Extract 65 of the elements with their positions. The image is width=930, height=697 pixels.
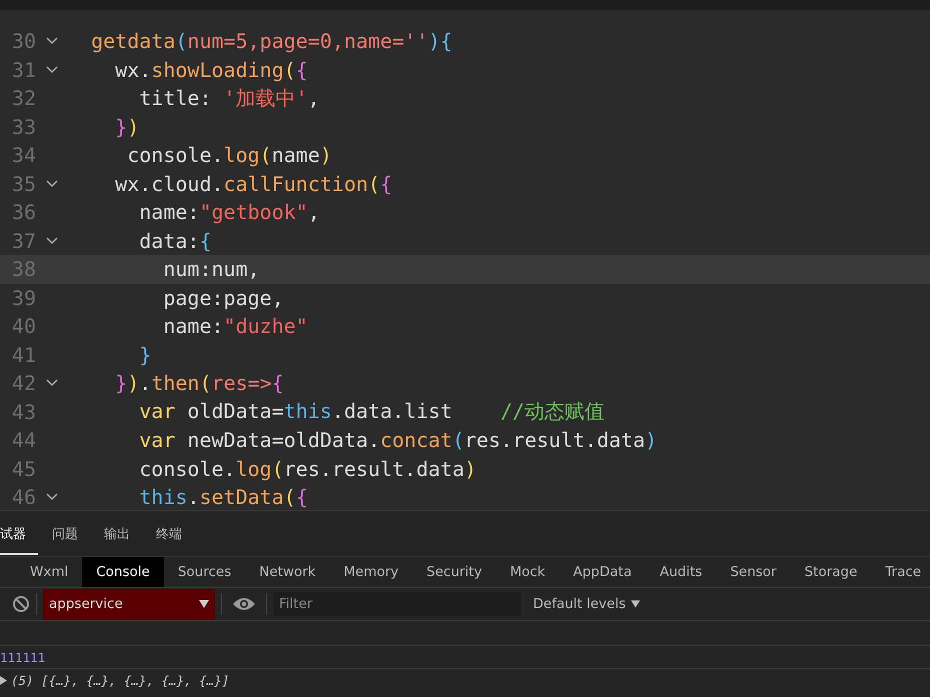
devtools-tab[interactable]: Wxml xyxy=(16,557,82,587)
line-number: 42 xyxy=(10,371,36,396)
line-number: 30 xyxy=(10,29,36,54)
code-line: } xyxy=(138,342,152,367)
line-number: 36 xyxy=(10,200,36,224)
console-message: 111111 xyxy=(0,650,46,664)
line-number: 31 xyxy=(10,58,36,82)
line-number: 45 xyxy=(10,456,36,481)
code-line: console.log(name) xyxy=(126,143,332,168)
devtools-tab[interactable]: Security xyxy=(412,557,496,587)
line-number: 44 xyxy=(10,428,36,452)
dropdown-caret-icon xyxy=(199,600,209,608)
code-line: wx.showLoading({ xyxy=(114,58,308,82)
code-line: console.log(res.result.data) xyxy=(138,456,476,481)
panel-tab[interactable]: 问题 xyxy=(40,512,90,554)
code-line: wx.cloud.callFunction({ xyxy=(114,172,392,196)
line-number: 32 xyxy=(10,86,36,110)
line-number: 37 xyxy=(10,228,36,253)
context-select[interactable]: appservice xyxy=(43,588,215,620)
fold-chevron-icon[interactable] xyxy=(46,66,58,74)
code-line: name:"getbook", xyxy=(138,200,320,224)
code-line: getdata(num=5,page=0,name=''){ xyxy=(90,29,452,54)
devtools-tab[interactable]: Network xyxy=(245,557,330,587)
fold-chevron-icon[interactable] xyxy=(46,37,58,46)
code-line: title: '加载中', xyxy=(138,84,320,112)
line-number: 40 xyxy=(10,314,36,338)
line-number: 39 xyxy=(10,286,36,310)
devtools-tab[interactable]: Sources xyxy=(164,557,246,587)
code-line: var oldData=this.data.list //动态赋值 xyxy=(138,398,605,426)
code-line: num:num, xyxy=(162,257,260,282)
line-number: 46 xyxy=(10,485,36,510)
line-number: 43 xyxy=(10,400,36,424)
line-number: 41 xyxy=(10,342,36,367)
devtools-tab[interactable]: AppData xyxy=(559,557,646,587)
fold-chevron-icon[interactable] xyxy=(46,236,58,245)
line-number: 34 xyxy=(10,143,36,168)
code-line: var newData=oldData.concat(res.result.data) xyxy=(138,428,658,452)
code-line: }) xyxy=(114,114,140,139)
code-line: }).then(res=>{ xyxy=(114,371,284,396)
fold-chevron-icon[interactable] xyxy=(46,493,58,502)
devtools-tab[interactable]: Sensor xyxy=(716,557,790,587)
expand-triangle-icon[interactable] xyxy=(0,676,7,684)
panel-tab[interactable]: 输出 xyxy=(92,512,142,554)
panel-tab[interactable]: 试器 xyxy=(0,512,38,554)
devtools-tab[interactable]: Memory xyxy=(330,557,413,587)
devtools-tab[interactable]: Trace xyxy=(871,557,930,587)
line-number: 35 xyxy=(10,172,36,196)
line-number: 33 xyxy=(10,114,36,139)
filter-field[interactable]: Filter xyxy=(273,592,521,616)
console-message: (5) [{…}, {…}, {…}, {…}, {…}] xyxy=(11,672,230,688)
code-line: this.setData({ xyxy=(138,485,308,510)
devtools-tab[interactable]: Storage xyxy=(790,557,872,587)
levels-dropdown[interactable]: Default levels xyxy=(533,596,640,612)
eye-icon[interactable] xyxy=(232,596,256,612)
devtools-tab[interactable]: Console xyxy=(82,557,164,587)
code-line: page:page, xyxy=(162,286,284,310)
devtools-tab[interactable]: Audits xyxy=(646,557,716,587)
code-line: data:{ xyxy=(138,228,212,253)
fold-chevron-icon[interactable] xyxy=(46,379,58,388)
fold-chevron-icon[interactable] xyxy=(46,180,58,188)
code-line: name:"duzhe" xyxy=(162,314,308,338)
panel-tab[interactable]: 终端 xyxy=(144,512,194,554)
dropdown-caret-icon xyxy=(630,600,640,608)
clear-console-icon[interactable] xyxy=(12,595,30,613)
devtools-tab[interactable]: Mock xyxy=(496,557,560,587)
